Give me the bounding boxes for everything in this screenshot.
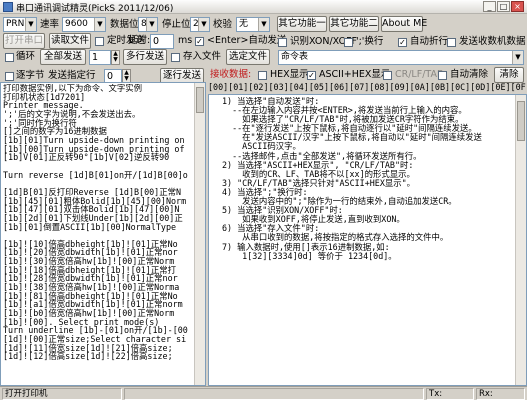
multi-line-spinner[interactable]: ▲ ▼ bbox=[111, 50, 120, 65]
title-bar: 串口通讯调试精灵(PickS 2011/12/06) _ □ × bbox=[0, 0, 527, 14]
text-line: 1[32][3334]0d] 等价于 1234[0d]。 bbox=[222, 250, 397, 261]
hex-column-header: [00][01][02][03][04][05][06][07][08][09]… bbox=[208, 82, 527, 92]
command-table-select[interactable]: 命令表 ▼ bbox=[278, 50, 524, 65]
newline-checkbox[interactable] bbox=[344, 38, 353, 47]
send-all-button[interactable]: 全部发送 bbox=[40, 49, 86, 65]
open-port-button[interactable]: 打开串口 bbox=[3, 33, 45, 49]
rx-count: Rx: bbox=[476, 388, 525, 400]
status-empty bbox=[124, 388, 424, 400]
multi-line-send-button[interactable]: 多行发送 bbox=[123, 49, 167, 65]
stopbits-select[interactable]: 2 ▼ bbox=[190, 17, 210, 32]
databits-select[interactable]: 8 ▼ bbox=[138, 17, 158, 32]
port-status: 打开打印机 bbox=[2, 388, 122, 400]
auto-clear-checkbox[interactable] bbox=[438, 71, 447, 80]
receive-vertical-scrollbar[interactable] bbox=[515, 95, 526, 385]
send-vertical-scrollbar[interactable] bbox=[194, 83, 205, 385]
inline-checkbox[interactable] bbox=[5, 72, 14, 81]
port-value: PRN bbox=[6, 19, 25, 29]
newline-label: ';'换行 bbox=[356, 36, 384, 47]
text-line: [1d]![12]倍高size[1d]![22]倍高size; bbox=[3, 351, 173, 361]
close-button[interactable]: × bbox=[511, 1, 524, 12]
window-title: 串口通讯调试精灵(PickS 2011/12/06) bbox=[16, 4, 174, 14]
timed-send-checkbox[interactable] bbox=[95, 37, 104, 46]
maximize-button[interactable]: □ bbox=[497, 1, 510, 12]
text-line: [1b]V[01]正反转90°[1b]V[02]逆反转90 bbox=[3, 152, 170, 163]
about-button[interactable]: About ME bbox=[381, 16, 427, 32]
command-table-value: 命令表 bbox=[281, 52, 309, 62]
port-select[interactable]: PRN ▼ bbox=[3, 17, 37, 32]
chevron-down-icon: ▼ bbox=[198, 18, 209, 31]
parity-value: 无 bbox=[239, 19, 249, 29]
send-recv-checkbox[interactable] bbox=[447, 38, 456, 47]
multi-line-count-input[interactable]: 1 bbox=[89, 50, 111, 65]
read-file-button[interactable]: 读取文件 bbox=[49, 33, 91, 49]
baud-value: 9600 bbox=[65, 19, 88, 29]
chevron-down-icon: ▼ bbox=[258, 18, 269, 31]
loop-label: 循环 bbox=[16, 51, 36, 62]
status-bar: 打开打印机 Tx: Rx: bbox=[0, 386, 527, 400]
parity-select[interactable]: 无 ▼ bbox=[236, 17, 270, 32]
scrollbar-thumb[interactable] bbox=[196, 87, 204, 113]
enter-send-checkbox[interactable]: ✓ bbox=[195, 37, 204, 46]
save-file-label: 存入文件 bbox=[183, 51, 222, 62]
chevron-down-icon: ▼ bbox=[94, 18, 105, 31]
auto-newline-label: 自动折行 bbox=[410, 36, 449, 47]
stopbits-label: 停止位 bbox=[162, 19, 191, 30]
other-functions-1-button[interactable]: 其它功能一 bbox=[277, 16, 327, 32]
chevron-down-icon: ▼ bbox=[25, 18, 36, 31]
app-icon bbox=[3, 2, 13, 12]
enter-send-label: <Enter>自动发送 bbox=[207, 35, 287, 46]
chevron-down-icon: ▼ bbox=[512, 51, 523, 64]
tx-count: Tx: bbox=[426, 388, 474, 400]
receive-text-area[interactable]: 1) 当选择"自动发送"时: --在左边输入内容并按<ENTER>,将发送当前行… bbox=[208, 94, 527, 386]
save-file-checkbox[interactable] bbox=[171, 53, 180, 62]
send-text-area[interactable]: 打印数据实例,以下为命令、文字实例 打印机状态[1d7201] Printer me… bbox=[0, 82, 206, 386]
crlf-checkbox[interactable] bbox=[383, 71, 392, 80]
delay-label: 延时: bbox=[128, 35, 151, 46]
baud-select[interactable]: 9600 ▼ bbox=[62, 17, 106, 32]
hex-display-checkbox[interactable] bbox=[258, 71, 267, 80]
send-recv-label: 发送收数机数据 bbox=[459, 36, 526, 47]
delay-input[interactable]: 0 bbox=[150, 34, 174, 49]
loop-checkbox[interactable] bbox=[5, 53, 14, 62]
receive-text-lines: 1) 当选择"自动发送"时: --在左边输入内容并按<ENTER>,将发送当前行… bbox=[222, 97, 514, 261]
text-line: Turn reverse [1d]B[01]on开/[1d]B[00]o bbox=[3, 169, 188, 180]
chevron-down-icon: ▼ bbox=[146, 18, 157, 31]
parity-label: 校验 bbox=[213, 19, 233, 30]
scrollbar-thumb[interactable] bbox=[517, 101, 525, 141]
recognize-xon-checkbox[interactable] bbox=[278, 38, 287, 47]
auto-newline-checkbox[interactable]: ✓ bbox=[398, 38, 407, 47]
ascii-hex-checkbox[interactable]: ✓ bbox=[307, 71, 316, 80]
databits-label: 数据位 bbox=[110, 19, 139, 30]
minimize-button[interactable]: _ bbox=[483, 1, 496, 12]
text-line: [1b][01]倒置ASCII[1b][00]NormalType bbox=[3, 221, 177, 232]
send-text-lines: 打印数据实例,以下为命令、文字实例 打印机状态[1d7201] Printer me… bbox=[3, 84, 196, 361]
send-specified-line-label: 发送指定行 bbox=[48, 70, 96, 81]
other-functions-2-button[interactable]: 其它功能二 bbox=[329, 16, 379, 32]
select-file-button[interactable]: 选定文件 bbox=[226, 49, 270, 65]
ms-label: ms bbox=[178, 35, 193, 46]
inline-label: 逐字节 bbox=[16, 70, 45, 81]
baud-label: 速率 bbox=[40, 19, 60, 30]
